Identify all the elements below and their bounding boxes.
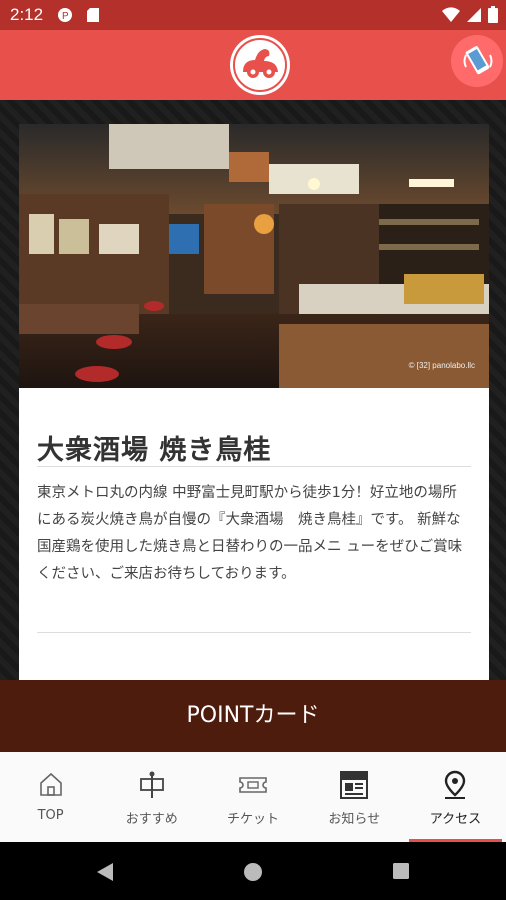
app-header (0, 30, 506, 100)
tab-recommend[interactable]: おすすめ (101, 752, 202, 842)
title-divider (37, 466, 471, 467)
restaurant-interior-image: © [32] panolabo.llc (19, 124, 489, 388)
battery-icon (488, 6, 498, 27)
call-button[interactable] (451, 35, 503, 87)
shop-description: 東京メトロ丸の内線 中野富士見町駅から徒歩1分！好立地の場所にある炭火焼き鳥が自… (37, 485, 463, 582)
tab-label: おすすめ (125, 812, 178, 827)
ticket-icon (237, 770, 269, 802)
location-pin-icon (441, 770, 469, 804)
status-bar: 2:12 P (0, 0, 506, 30)
signal-icon (466, 7, 482, 27)
bottom-navigation: TOP おすすめ チケット お知らせ アクセス (0, 752, 506, 842)
tab-top[interactable]: TOP (0, 752, 101, 842)
signboard-icon (138, 770, 166, 804)
svg-text:P: P (62, 11, 69, 22)
tab-label: アクセス (429, 812, 482, 827)
status-time: 2:12 (10, 5, 44, 24)
sd-card-icon (86, 7, 100, 27)
point-card-button[interactable]: POINTカード (0, 680, 506, 752)
home-button-icon[interactable] (243, 862, 263, 886)
description-divider (37, 632, 471, 633)
bird-logo-icon[interactable] (229, 34, 291, 96)
tab-news[interactable]: お知らせ (304, 752, 405, 842)
image-credit: © [32] panolabo.llc (408, 361, 475, 370)
system-navigation-bar (0, 842, 506, 900)
tab-label: TOP (37, 808, 64, 823)
back-icon[interactable] (96, 862, 114, 886)
tab-label: チケット (227, 812, 280, 827)
recents-icon[interactable] (392, 862, 410, 884)
tab-label: お知らせ (328, 812, 381, 827)
tab-ticket[interactable]: チケット (202, 752, 303, 842)
notification-icon: P (57, 7, 73, 27)
shop-info-card: 大衆酒場 焼き鳥桂 東京メトロ丸の内線 中野富士見町駅から徒歩1分！好立地の場所… (19, 388, 489, 680)
shop-title: 大衆酒場 焼き鳥桂 (37, 435, 272, 466)
phone-icon (463, 43, 493, 83)
tab-access[interactable]: アクセス (405, 752, 506, 842)
home-icon (37, 770, 65, 802)
wifi-icon (442, 6, 460, 27)
news-icon (339, 770, 369, 804)
